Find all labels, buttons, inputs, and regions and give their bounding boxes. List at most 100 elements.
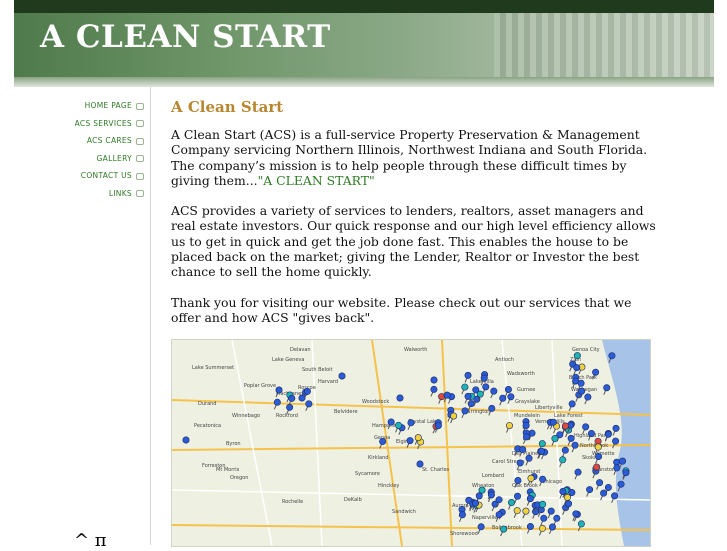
- pushpin-icon: [596, 479, 604, 487]
- nav-label[interactable]: HOME PAGE: [85, 101, 132, 110]
- map-town-label: Harvard: [318, 379, 338, 385]
- pushpin-icon: [578, 387, 586, 395]
- pushpin-icon: [461, 383, 469, 391]
- pushpin-icon: [504, 385, 512, 393]
- map-town-label: Antioch: [495, 357, 514, 363]
- pushpin-icon: [464, 392, 472, 400]
- pushpin-icon: [499, 394, 507, 402]
- map-town-label: Hampshire: [372, 423, 399, 429]
- map-town-label: Hinckley: [378, 483, 399, 489]
- pushpin-icon: [182, 436, 190, 444]
- intro-text: A Clean Start (ACS) is a full-service Pr…: [171, 127, 648, 188]
- header-divider: [14, 77, 714, 87]
- pushpin-icon: [593, 463, 601, 471]
- pushpin-icon: [577, 379, 585, 387]
- map-town-label: Forreston: [202, 463, 226, 469]
- map-town-label: St. Charles: [422, 467, 450, 473]
- nav-item-cares[interactable]: ACS CARES: [75, 136, 144, 154]
- map-canvas[interactable]: WalworthDelavanLake Geneva AntiochBeach P…: [172, 340, 650, 546]
- nav-label[interactable]: GALLERY: [97, 154, 132, 163]
- nav-item-home[interactable]: HOME PAGE: [75, 101, 144, 119]
- pushpin-icon: [604, 483, 612, 491]
- nav-item-links[interactable]: LINKS: [75, 189, 144, 207]
- pushpin-icon: [500, 525, 508, 533]
- pushpin-icon: [430, 376, 438, 384]
- pushpin-icon: [525, 454, 533, 462]
- map-town-label: Delavan: [290, 347, 311, 353]
- pushpin-icon: [565, 500, 573, 508]
- page-heading: A Clean Start: [171, 98, 284, 116]
- nav-label[interactable]: CONTACT US: [81, 171, 132, 180]
- map-town-label: Naperville: [472, 515, 497, 521]
- pushpin-icon: [480, 374, 488, 382]
- map-town-label: Lake Geneva: [272, 357, 304, 363]
- pushpin-icon: [553, 514, 561, 522]
- pushpin-icon: [572, 510, 580, 518]
- pushpin-icon: [582, 423, 590, 431]
- pushpin-icon: [586, 486, 594, 494]
- pushpin-icon: [617, 480, 625, 488]
- map-town-label: Walworth: [404, 347, 427, 353]
- map-town-label: Winnebago: [232, 413, 260, 419]
- map-town-label: Lake Summerset: [192, 365, 234, 371]
- pushpin-icon: [519, 446, 527, 454]
- pushpin-icon: [574, 468, 582, 476]
- pushpin-icon: [387, 418, 395, 426]
- pushpin-icon: [464, 371, 472, 379]
- map-town-label: Wadsworth: [507, 371, 535, 377]
- pushpin-icon: [527, 474, 535, 482]
- map-town-label: Pecatonica: [194, 423, 221, 429]
- pushpin-icon: [573, 364, 581, 372]
- pushpin-icon: [450, 412, 458, 420]
- pushpin-icon: [595, 452, 603, 460]
- nav-item-services[interactable]: ACS SERVICES: [75, 119, 144, 137]
- map-town-label: Genoa City: [572, 347, 600, 353]
- arrow-icon: [136, 120, 144, 127]
- pushpin-icon: [568, 400, 576, 408]
- pushpin-icon: [604, 430, 612, 438]
- arrow-icon: [136, 172, 144, 180]
- pushpin-icon: [406, 437, 414, 445]
- pushpin-icon: [505, 422, 513, 430]
- pushpin-icon: [508, 498, 516, 506]
- nav-label[interactable]: ACS CARES: [87, 136, 132, 145]
- pushpin-icon: [522, 421, 530, 429]
- pushpin-icon: [472, 499, 480, 507]
- pushpin-icon: [275, 386, 283, 394]
- nav-item-gallery[interactable]: GALLERY: [75, 154, 144, 172]
- pushpin-icon: [288, 394, 296, 402]
- pushpin-icon: [577, 520, 585, 528]
- service-area-map[interactable]: Walworth Delavan Lake Geneva Antioch Beach P…: [171, 339, 651, 547]
- pushpin-icon: [561, 422, 569, 430]
- pushpin-icon: [416, 460, 424, 468]
- pushpin-icon: [584, 393, 592, 401]
- pushpin-icon: [567, 434, 575, 442]
- pushpin-icon: [559, 488, 567, 496]
- pushpin-icon: [495, 496, 503, 504]
- pushpin-icon: [514, 477, 522, 485]
- banner-building-image: [494, 13, 714, 77]
- pushpin-icon: [516, 459, 524, 467]
- nav-label[interactable]: LINKS: [109, 189, 132, 198]
- pushpin-icon: [430, 385, 438, 393]
- pushpin-icon: [495, 511, 503, 519]
- pushpin-icon: [443, 391, 451, 399]
- map-town-label: Lake Forest: [554, 413, 583, 419]
- site-title: A CLEAN START: [40, 19, 331, 55]
- map-town-label: Poplar Grove: [244, 383, 276, 389]
- pushpin-icon: [561, 446, 569, 454]
- nav-label[interactable]: ACS SERVICES: [75, 119, 132, 128]
- pushpin-icon: [612, 437, 620, 445]
- pushpin-icon: [476, 390, 484, 398]
- pushpin-icon: [507, 393, 515, 401]
- nav-item-contact[interactable]: CONTACT US: [75, 171, 144, 189]
- pushpin-icon: [540, 514, 548, 522]
- pushpin-icon: [526, 495, 534, 503]
- pushpin-icon: [488, 404, 496, 412]
- map-town-label: Byron: [226, 441, 241, 447]
- pushpin-icon: [619, 457, 627, 465]
- pushpin-icon: [458, 511, 466, 519]
- pushpin-icon: [434, 422, 442, 430]
- pushpin-icon: [573, 352, 581, 360]
- pushpin-icon: [539, 475, 547, 483]
